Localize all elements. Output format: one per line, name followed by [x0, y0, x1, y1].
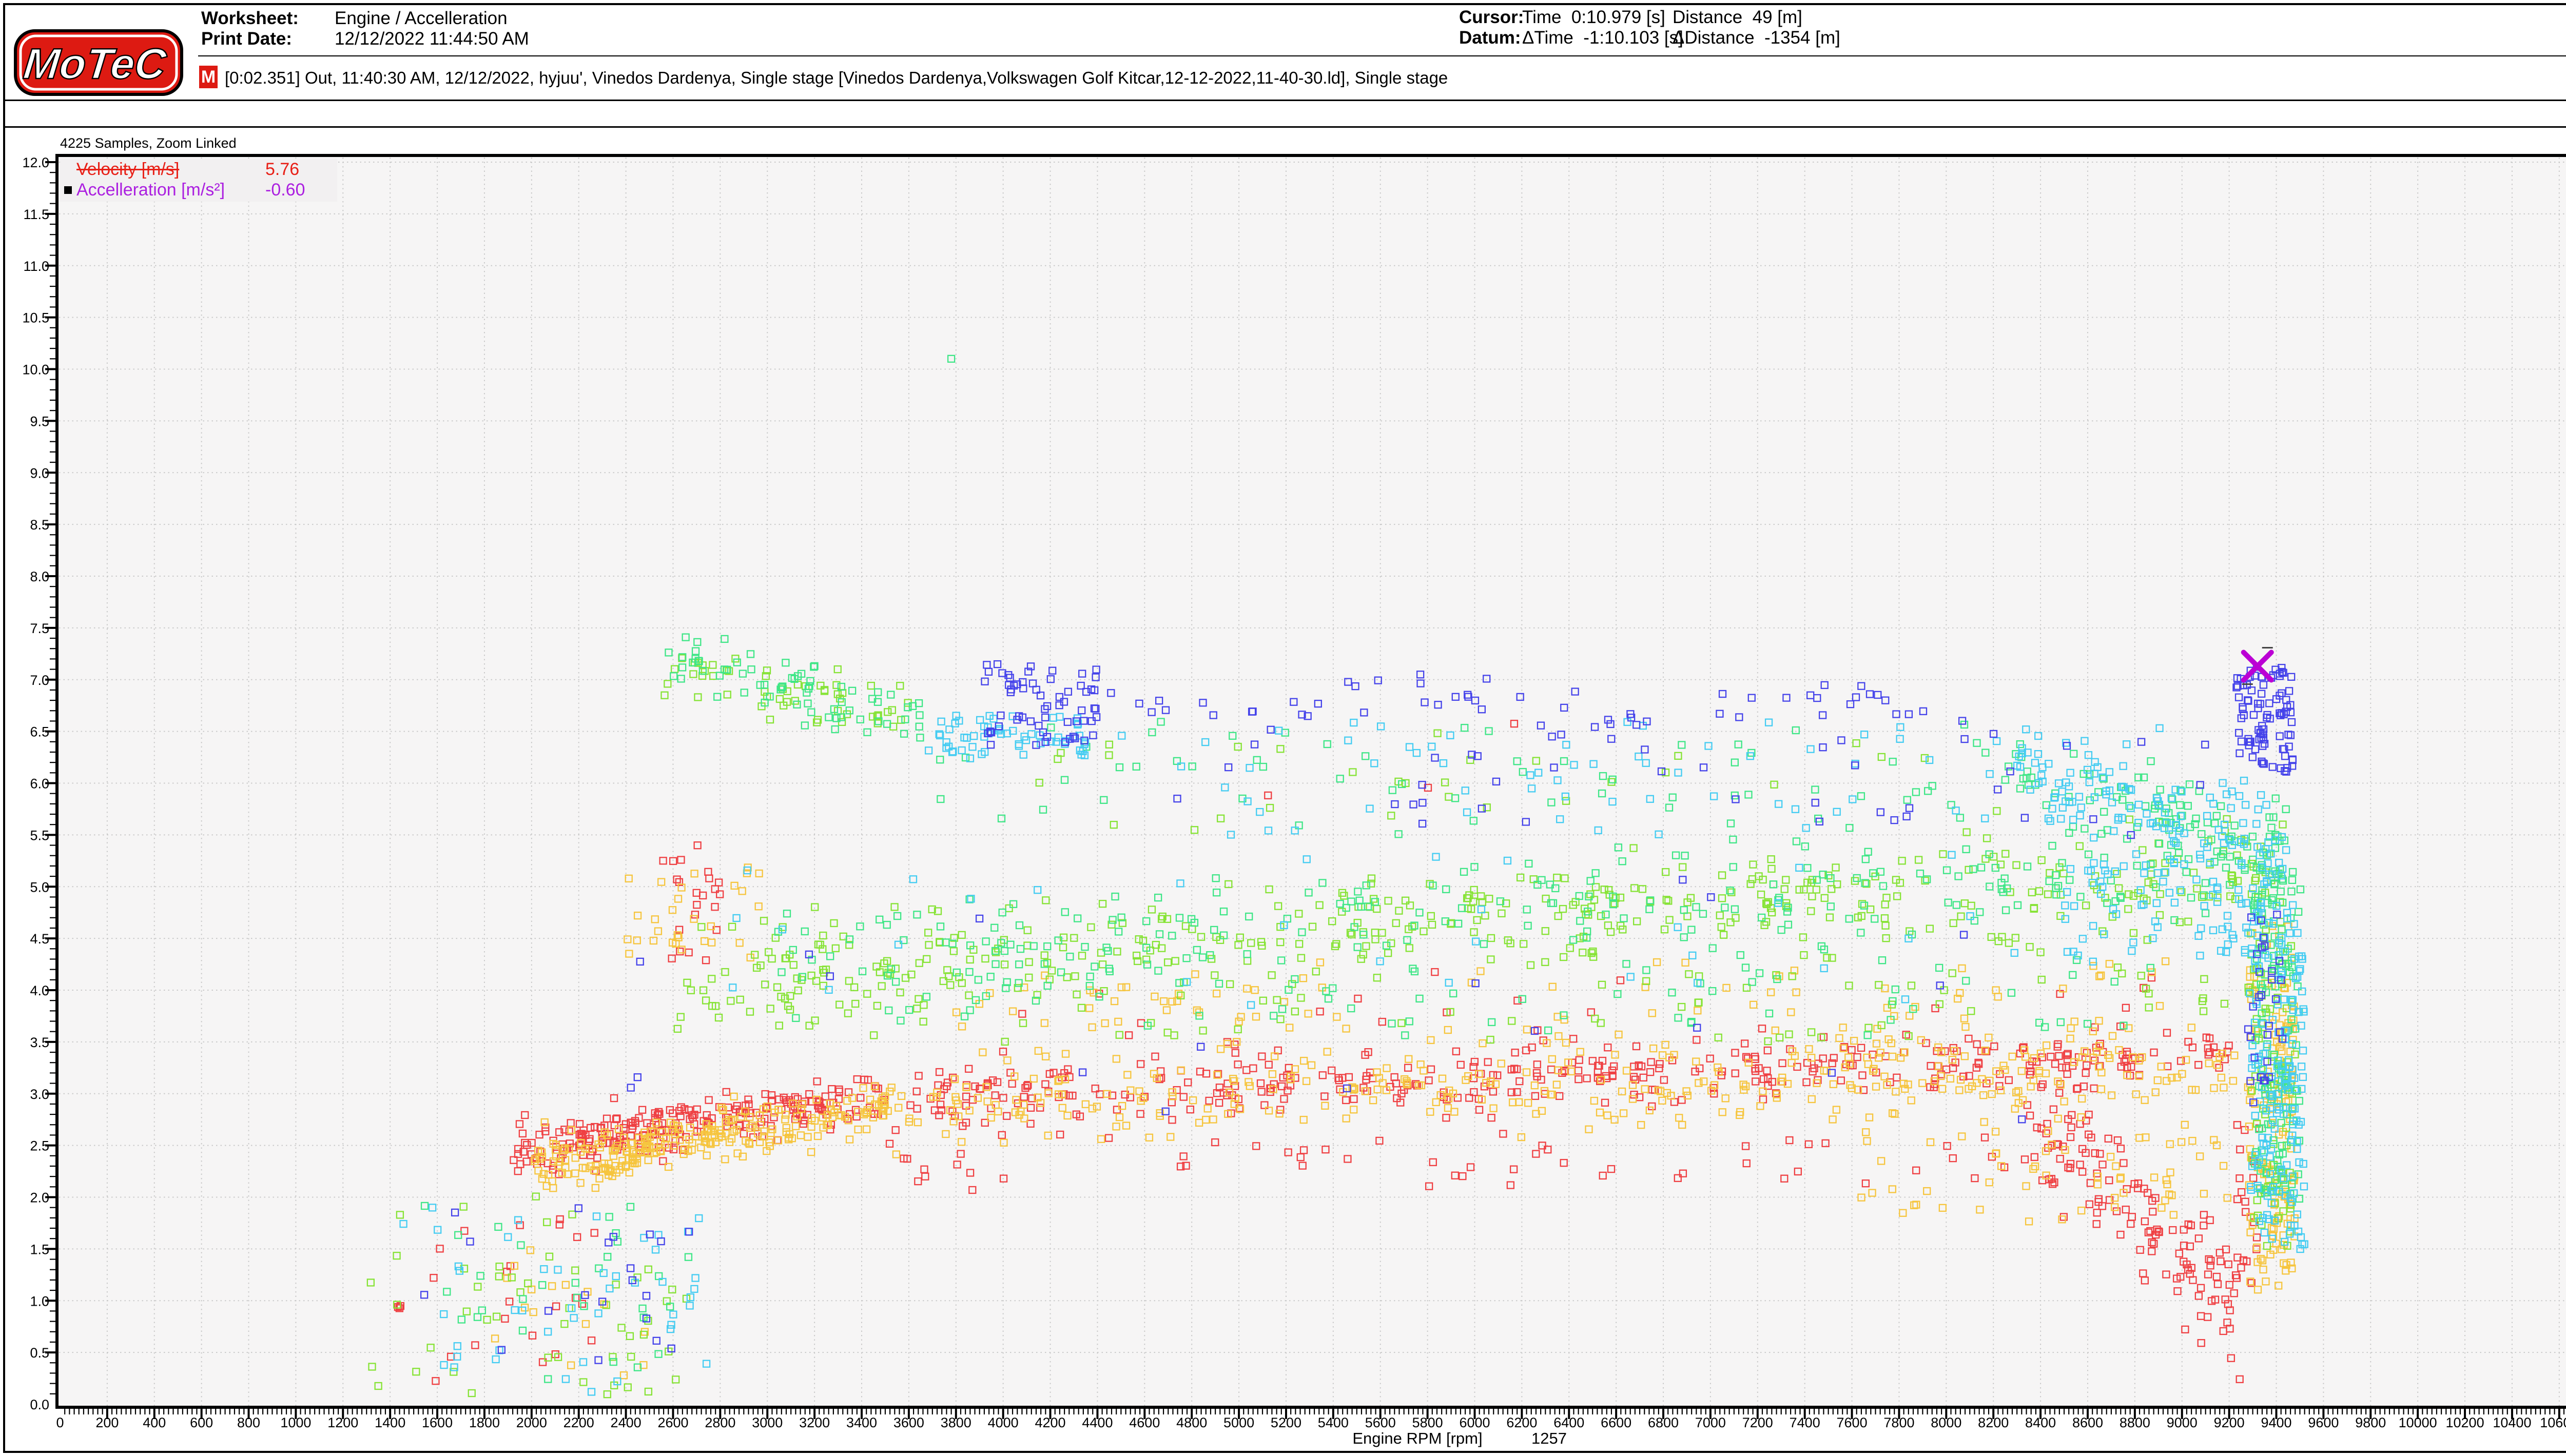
y-axis-tick-label: 0.0 — [30, 1397, 49, 1412]
x-axis-tick-label: 6000 — [1459, 1415, 1490, 1430]
x-axis-tick-label: 3000 — [752, 1415, 783, 1430]
y-axis-tick-label: 2.5 — [30, 1138, 49, 1154]
x-axis-tick-label: 3800 — [941, 1415, 971, 1430]
y-axis-tick-label: 0.5 — [30, 1345, 49, 1361]
x-axis-tick-label: 1400 — [375, 1415, 405, 1430]
y-axis-tick-label: 9.0 — [30, 465, 49, 481]
x-axis-tick-label: 3400 — [846, 1415, 877, 1430]
y-axis-tick-label: 11.0 — [23, 259, 49, 274]
x-axis-tick-label: 600 — [190, 1415, 213, 1430]
x-axis-tick-label: 9400 — [2261, 1415, 2291, 1430]
x-axis-tick-label: 5600 — [1365, 1415, 1396, 1430]
x-axis-tick-label: 8200 — [1978, 1415, 2009, 1430]
x-axis-tick-label: 7400 — [1790, 1415, 1820, 1430]
x-axis-tick-label: 1800 — [469, 1415, 500, 1430]
y-axis-tick-label: 2.0 — [30, 1190, 49, 1206]
x-axis-tick-label: 1200 — [327, 1415, 358, 1430]
x-axis-tick-label: 4600 — [1129, 1415, 1160, 1430]
x-axis-tick-label: 8000 — [1931, 1415, 1961, 1430]
x-axis-tick-label: 0 — [56, 1415, 64, 1430]
x-axis-tick-label: 6400 — [1553, 1415, 1584, 1430]
y-axis-tick-label: 1.0 — [30, 1293, 49, 1309]
x-axis-tick-label: 7200 — [1742, 1415, 1773, 1430]
x-axis-tick-label: 2400 — [611, 1415, 642, 1430]
y-axis-tick-label: 4.5 — [30, 931, 49, 947]
x-axis-tick-label: 800 — [237, 1415, 260, 1430]
y-axis-tick-label: 10.0 — [22, 362, 49, 378]
x-axis-tick-label: 3600 — [893, 1415, 924, 1430]
x-axis-tick-label: 9000 — [2167, 1415, 2198, 1430]
x-axis-tick-label: 8600 — [2072, 1415, 2103, 1430]
y-axis-tick-label: 6.5 — [30, 724, 49, 740]
x-axis-tick-label: 9200 — [2214, 1415, 2245, 1430]
y-axis-labels: 0.0 0.5 1.0 1.5 2.0 2.5 3.0 3.5 4.0 4.5 5.0 5.5 6.0 6… — [22, 155, 49, 1412]
x-axis-tick-label: 8800 — [2120, 1415, 2150, 1430]
x-axis-tick-label: 8400 — [2025, 1415, 2056, 1430]
x-axis-tick-label: 400 — [143, 1415, 166, 1430]
y-axis-tick-label: 11.5 — [23, 207, 49, 222]
x-axis-tick-label: 200 — [95, 1415, 119, 1430]
y-axis-tick-label: 10.5 — [22, 310, 49, 326]
x-axis-tick-label: 10200 — [2446, 1415, 2484, 1430]
x-axis-tick-label: 10400 — [2493, 1415, 2531, 1430]
x-axis-tick-label: 4000 — [988, 1415, 1019, 1430]
y-axis-tick-label: 9.5 — [30, 414, 49, 429]
y-axis-tick-label: 7.5 — [30, 621, 49, 636]
x-axis-tick-label: 2200 — [563, 1415, 594, 1430]
x-axis-labels: 0 200 400 600 800 1000 1200 1400 1600 1800 2000 220… — [56, 1415, 2566, 1430]
y-axis-tick-label: 4.0 — [30, 983, 49, 998]
x-axis-tick-label: 2600 — [657, 1415, 688, 1430]
x-axis-tick-label: 6600 — [1601, 1415, 1631, 1430]
x-axis-tick-label: 5400 — [1318, 1415, 1349, 1430]
x-axis-tick-label: 1000 — [280, 1415, 311, 1430]
x-axis-tick-label: 2000 — [516, 1415, 547, 1430]
y-axis-tick-label: 1.5 — [30, 1242, 49, 1257]
x-axis-tick-label: 5200 — [1271, 1415, 1301, 1430]
x-axis-tick-label: 4400 — [1082, 1415, 1113, 1430]
y-axis-tick-label: 8.0 — [30, 569, 49, 584]
y-axis-tick-label: 7.0 — [30, 673, 49, 688]
x-axis-tick-label: 6200 — [1506, 1415, 1537, 1430]
x-axis-tick-label: 7800 — [1883, 1415, 1914, 1430]
x-axis-tick-label: 7600 — [1837, 1415, 1868, 1430]
y-axis-tick-label: 5.0 — [30, 879, 49, 895]
y-axis-tick-label: 12.0 — [22, 155, 49, 170]
x-axis-tick-label: 5800 — [1412, 1415, 1443, 1430]
x-axis-tick-label: 4200 — [1035, 1415, 1066, 1430]
x-axis-tick-label: 9600 — [2308, 1415, 2339, 1430]
y-axis-tick-label: 6.0 — [30, 776, 49, 792]
x-axis-tick-label: 3200 — [799, 1415, 830, 1430]
y-axis-tick-label: 5.5 — [30, 828, 49, 843]
scatter-chart: 0 200 400 600 800 1000 1200 1400 1600 1800 2000 220… — [22, 154, 2566, 1430]
x-axis-tick-label: 6800 — [1648, 1415, 1679, 1430]
y-axis-tick-label: 8.5 — [30, 517, 49, 533]
x-axis-tick-label: 7000 — [1695, 1415, 1726, 1430]
y-axis-tick-label: 3.5 — [30, 1035, 49, 1050]
x-axis-tick-label: 5000 — [1223, 1415, 1254, 1430]
x-axis-tick-label: 2800 — [705, 1415, 735, 1430]
x-axis-tick-label: 9800 — [2355, 1415, 2386, 1430]
x-axis-tick-label: 4800 — [1176, 1415, 1207, 1430]
x-axis-tick-label: 1600 — [422, 1415, 453, 1430]
x-axis-tick-label: 10000 — [2399, 1415, 2437, 1430]
x-axis-tick-label: 10600 — [2540, 1415, 2566, 1430]
y-axis-tick-label: 3.0 — [30, 1087, 49, 1102]
